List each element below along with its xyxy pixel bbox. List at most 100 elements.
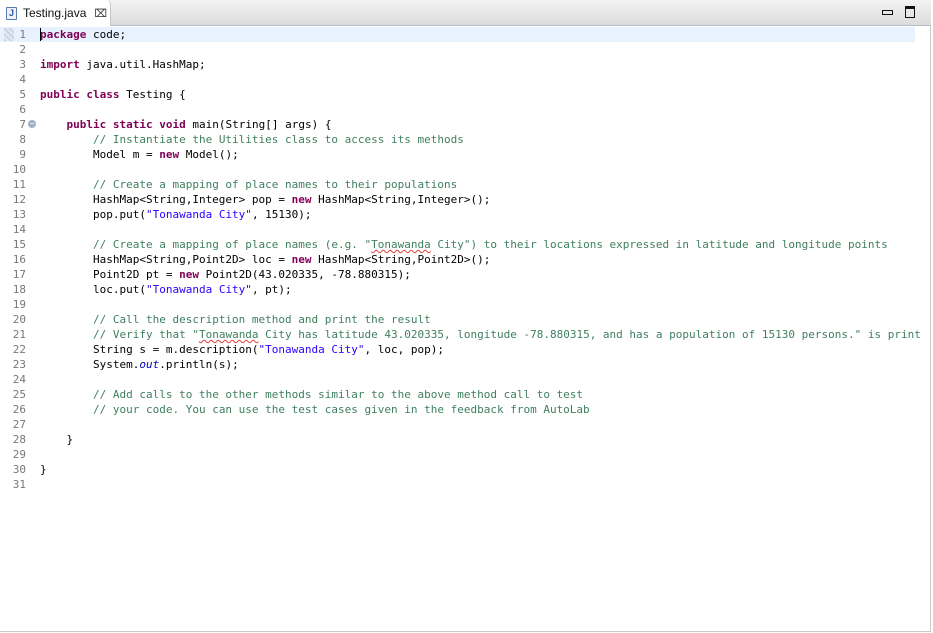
code-line[interactable]: 22 String s = m.description("Tonawanda C… bbox=[0, 342, 915, 357]
line-number: 28 bbox=[12, 433, 26, 446]
code-text: .println(s); bbox=[159, 358, 239, 371]
maximize-icon[interactable] bbox=[905, 6, 915, 18]
comment: // Instantiate the Utilities class to ac… bbox=[92, 133, 464, 146]
code-line[interactable]: 12 HashMap<String,Integer> pop = new Has… bbox=[0, 192, 915, 207]
code-text: HashMap<String,Point2D> loc = bbox=[40, 253, 292, 266]
code-editor[interactable]: 1 package code; 2 3 import java.util.HashMap… bbox=[0, 26, 931, 632]
code-line[interactable]: 26 // your code. You can use the test ca… bbox=[0, 402, 915, 417]
code-line[interactable]: 20 // Call the description method and pr… bbox=[0, 312, 915, 327]
code-text: Testing { bbox=[119, 88, 186, 101]
code-line[interactable]: 9 Model m = new Model(); bbox=[0, 147, 915, 162]
line-number: 27 bbox=[12, 418, 26, 431]
keyword: import bbox=[40, 58, 80, 71]
code-line[interactable]: 11 // Create a mapping of place names to… bbox=[0, 177, 915, 192]
code-line[interactable]: 24 bbox=[0, 372, 915, 387]
line-number: 13 bbox=[12, 208, 26, 221]
code-line[interactable]: 25 // Add calls to the other methods sim… bbox=[0, 387, 915, 402]
tab-testing-java[interactable]: J Testing.java ⌧ bbox=[0, 0, 111, 26]
code-line[interactable]: 6 bbox=[0, 102, 915, 117]
line-number: 26 bbox=[12, 403, 26, 416]
code-line[interactable]: 18 loc.put("Tonawanda City", pt); bbox=[0, 282, 915, 297]
code-line[interactable]: 14 bbox=[0, 222, 915, 237]
keyword: public bbox=[66, 118, 107, 131]
code-line[interactable]: 17 Point2D pt = new Point2D(43.020335, -… bbox=[0, 267, 915, 282]
code-line[interactable]: 1 package code; bbox=[0, 27, 915, 42]
code-content: pop.put("Tonawanda City", 15130); bbox=[40, 207, 312, 222]
code-text: Point2D pt = bbox=[40, 268, 180, 281]
code-line[interactable]: 15 // Create a mapping of place names (e… bbox=[0, 237, 915, 252]
keyword: void bbox=[159, 118, 186, 131]
fold-collapse-icon[interactable]: − bbox=[28, 120, 36, 128]
code-line[interactable]: 23 System.out.println(s); bbox=[0, 357, 915, 372]
code-line[interactable]: 2 bbox=[0, 42, 915, 57]
line-number: 30 bbox=[12, 463, 26, 476]
code-content: // Call the description method and print… bbox=[40, 312, 431, 327]
line-number: 19 bbox=[12, 298, 26, 311]
code-line[interactable]: 4 bbox=[0, 72, 915, 87]
keyword: new bbox=[159, 148, 180, 161]
minimize-icon[interactable] bbox=[882, 9, 893, 15]
comment: // Create a mapping of place names to th… bbox=[92, 178, 458, 191]
line-number: 9 bbox=[19, 148, 26, 161]
code-content: System.out.println(s); bbox=[40, 357, 239, 372]
code-line[interactable]: 30} bbox=[0, 462, 915, 477]
line-number: 31 bbox=[12, 478, 26, 491]
code-content: } bbox=[40, 462, 47, 477]
code-line[interactable]: 8 // Instantiate the Utilities class to … bbox=[0, 132, 915, 147]
code-line[interactable]: 29 bbox=[0, 447, 915, 462]
text-caret bbox=[40, 28, 41, 41]
code-line[interactable]: 3 import java.util.HashMap; bbox=[0, 57, 915, 72]
line-number: 3 bbox=[19, 58, 26, 71]
string-literal: "Tonawanda City" bbox=[145, 283, 252, 296]
line-number: 4 bbox=[19, 73, 26, 86]
code-text: loc.put( bbox=[40, 283, 146, 296]
line-number: 23 bbox=[12, 358, 26, 371]
tab-label: Testing.java bbox=[23, 6, 87, 20]
code-line[interactable]: 28 } bbox=[0, 432, 915, 447]
code-text: , 15130); bbox=[251, 208, 312, 221]
string-literal: "Tonawanda City" bbox=[145, 208, 252, 221]
code-line[interactable]: 21 // Verify that "Tonawanda City has la… bbox=[0, 327, 921, 342]
string-literal: "Tonawanda City" bbox=[258, 343, 365, 356]
code-content: Point2D pt = new Point2D(43.020335, -78.… bbox=[40, 267, 411, 282]
code-text: HashMap<String,Integer> pop = bbox=[40, 193, 292, 206]
code-line[interactable]: 31 bbox=[0, 477, 915, 492]
code-content: // Create a mapping of place names (e.g.… bbox=[40, 237, 888, 252]
close-icon[interactable]: ⌧ bbox=[94, 7, 107, 20]
code-content: String s = m.description("Tonawanda City… bbox=[40, 342, 444, 357]
code-text: } bbox=[40, 463, 47, 476]
code-text: HashMap<String,Point2D>(); bbox=[311, 253, 491, 266]
comment: // Call the description method and print… bbox=[92, 313, 431, 326]
line-number: 20 bbox=[12, 313, 26, 326]
line-number: 10 bbox=[12, 163, 26, 176]
keyword: static bbox=[112, 118, 153, 131]
code-content: public class Testing { bbox=[40, 87, 186, 102]
code-line[interactable]: 19 bbox=[0, 297, 915, 312]
code-line[interactable]: 5 public class Testing { bbox=[0, 87, 915, 102]
comment: // Verify that " bbox=[92, 328, 199, 341]
code-line[interactable]: 10 bbox=[0, 162, 915, 177]
window-buttons bbox=[882, 6, 915, 18]
editor-tab-bar: J Testing.java ⌧ bbox=[0, 0, 931, 26]
code-line[interactable]: 7− public static void main(String[] args… bbox=[0, 117, 915, 132]
code-line[interactable]: 16 HashMap<String,Point2D> loc = new Has… bbox=[0, 252, 915, 267]
line-number: 7 bbox=[19, 118, 26, 131]
code-text: String s = m.description( bbox=[40, 343, 259, 356]
line-number: 18 bbox=[12, 283, 26, 296]
keyword: class bbox=[86, 88, 120, 101]
line-number: 6 bbox=[19, 103, 26, 116]
line-number: 14 bbox=[12, 223, 26, 236]
line-number: 12 bbox=[12, 193, 26, 206]
line-number: 11 bbox=[12, 178, 26, 191]
misspelled-word: Tonawanda bbox=[371, 238, 431, 251]
static-field: out bbox=[139, 358, 160, 371]
line-number: 25 bbox=[12, 388, 26, 401]
code-line[interactable]: 27 bbox=[0, 417, 915, 432]
code-line[interactable]: 13 pop.put("Tonawanda City", 15130); bbox=[0, 207, 915, 222]
code-text: java.util.HashMap; bbox=[79, 58, 206, 71]
line-number: 29 bbox=[12, 448, 26, 461]
